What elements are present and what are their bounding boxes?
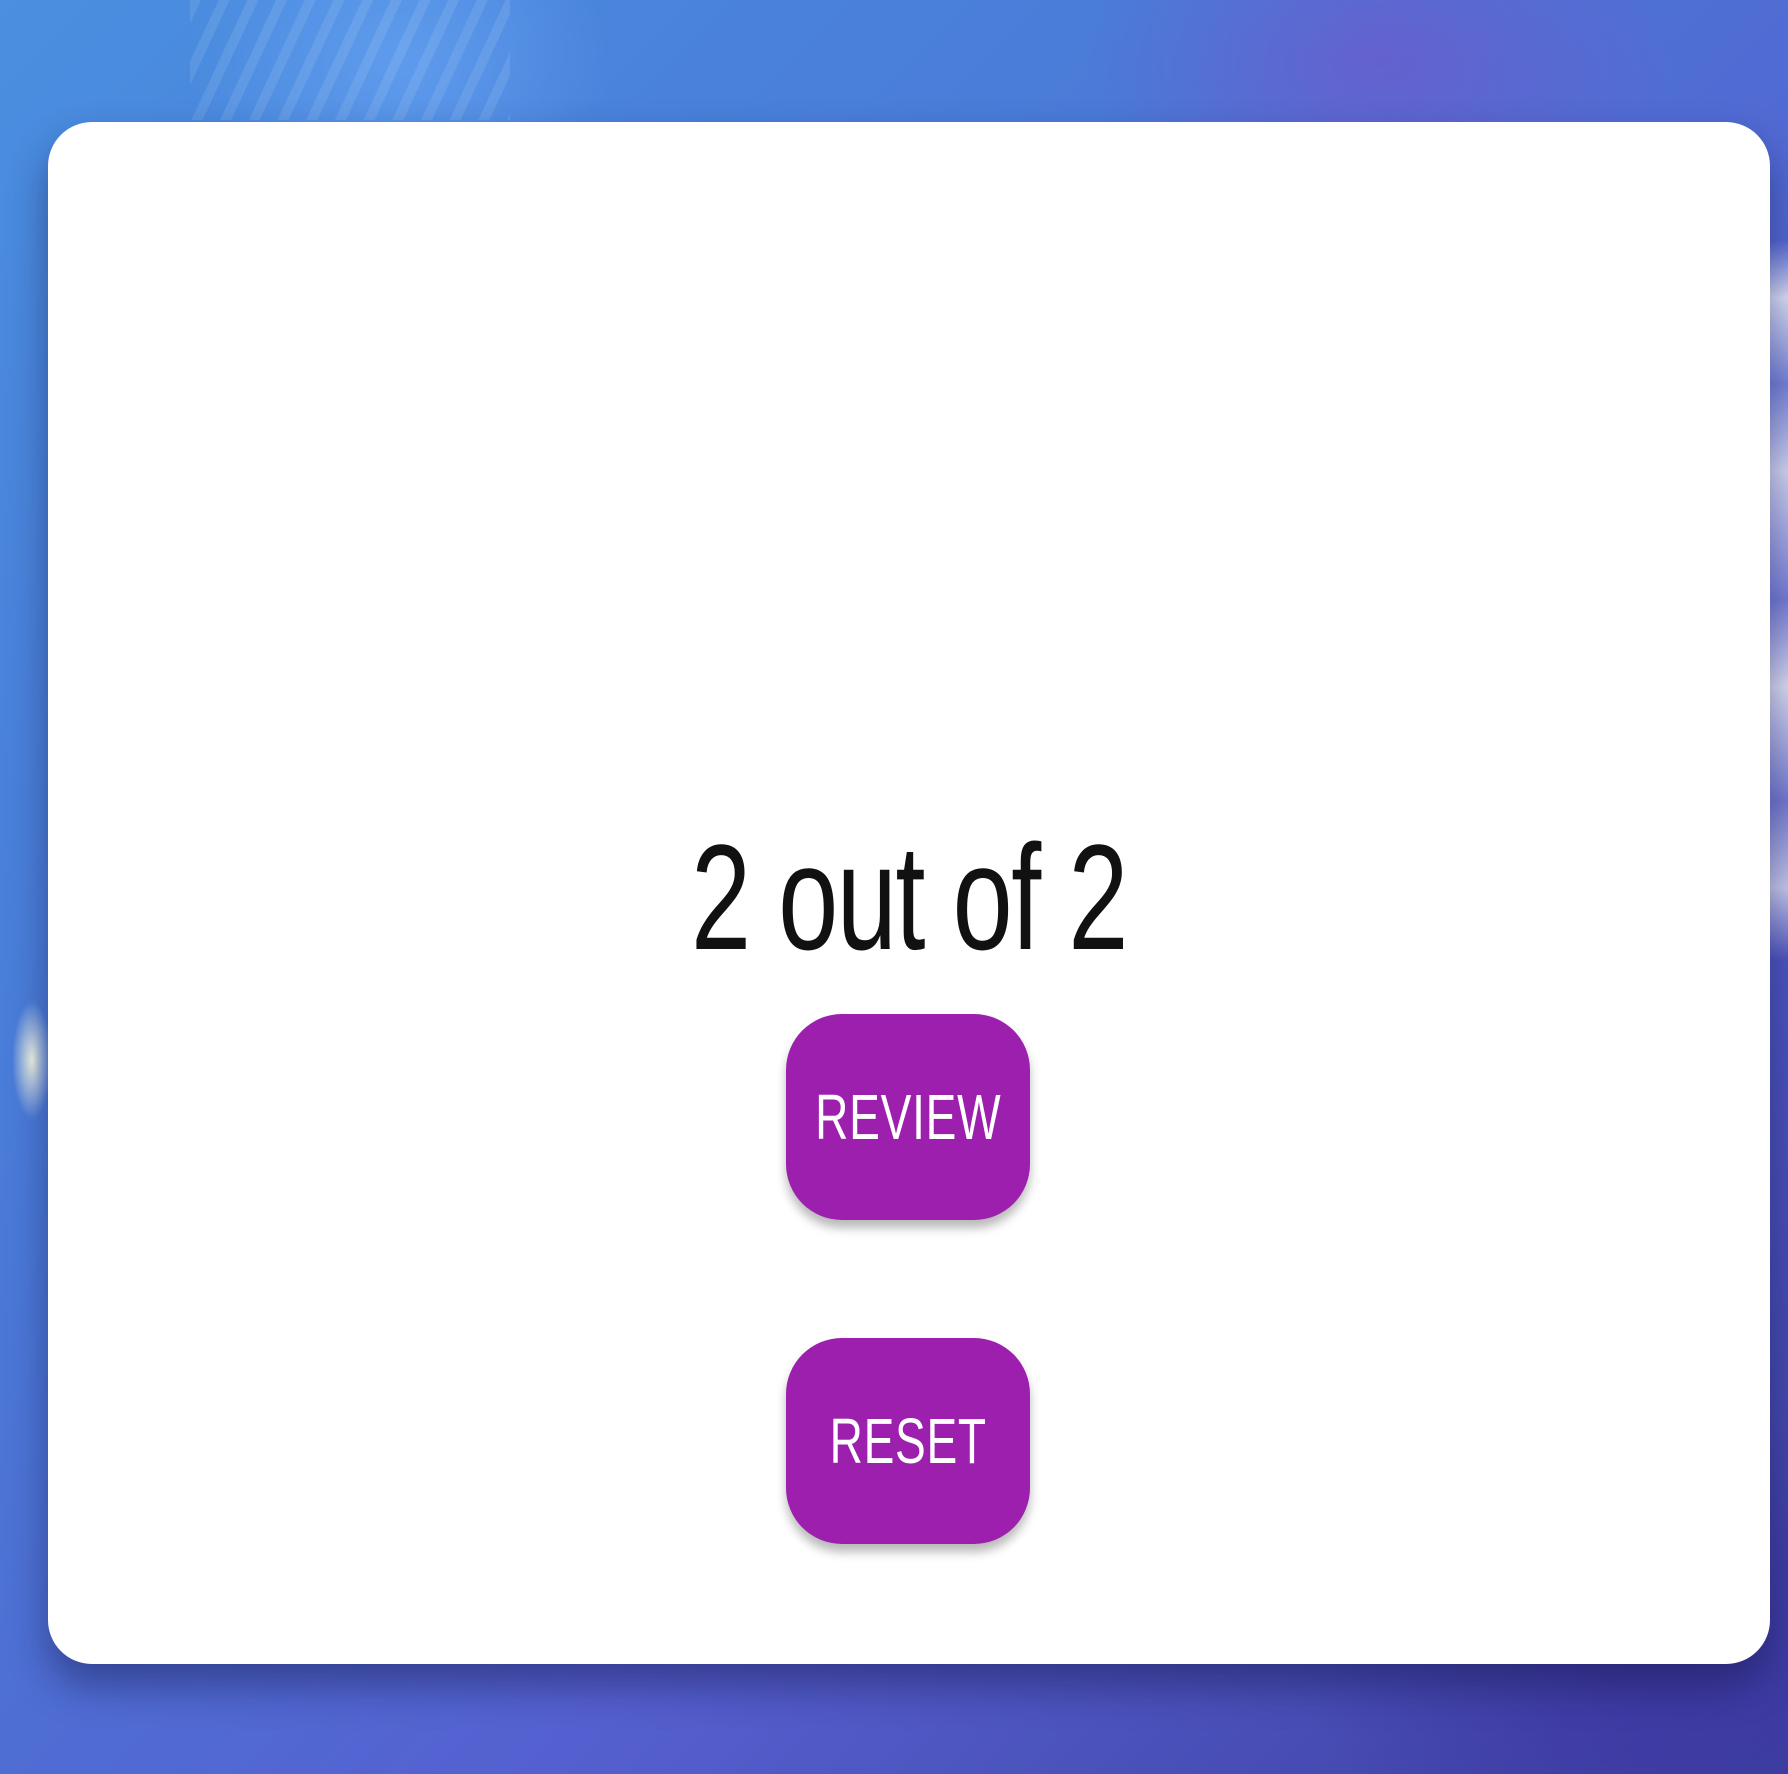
reset-button-label: RESET bbox=[829, 1405, 987, 1477]
score-text: 2 out of 2 bbox=[691, 813, 1128, 981]
background-decoration-glow bbox=[12, 1000, 52, 1120]
review-button-label: REVIEW bbox=[814, 1081, 1002, 1153]
result-card: 2 out of 2 REVIEW RESET bbox=[48, 122, 1770, 1664]
page-background: { "result": { "score_text": "2 out of 2"… bbox=[0, 0, 1788, 1774]
review-button[interactable]: REVIEW bbox=[786, 1014, 1030, 1220]
reset-button[interactable]: RESET bbox=[786, 1338, 1030, 1544]
background-decoration-stripes bbox=[190, 0, 510, 120]
